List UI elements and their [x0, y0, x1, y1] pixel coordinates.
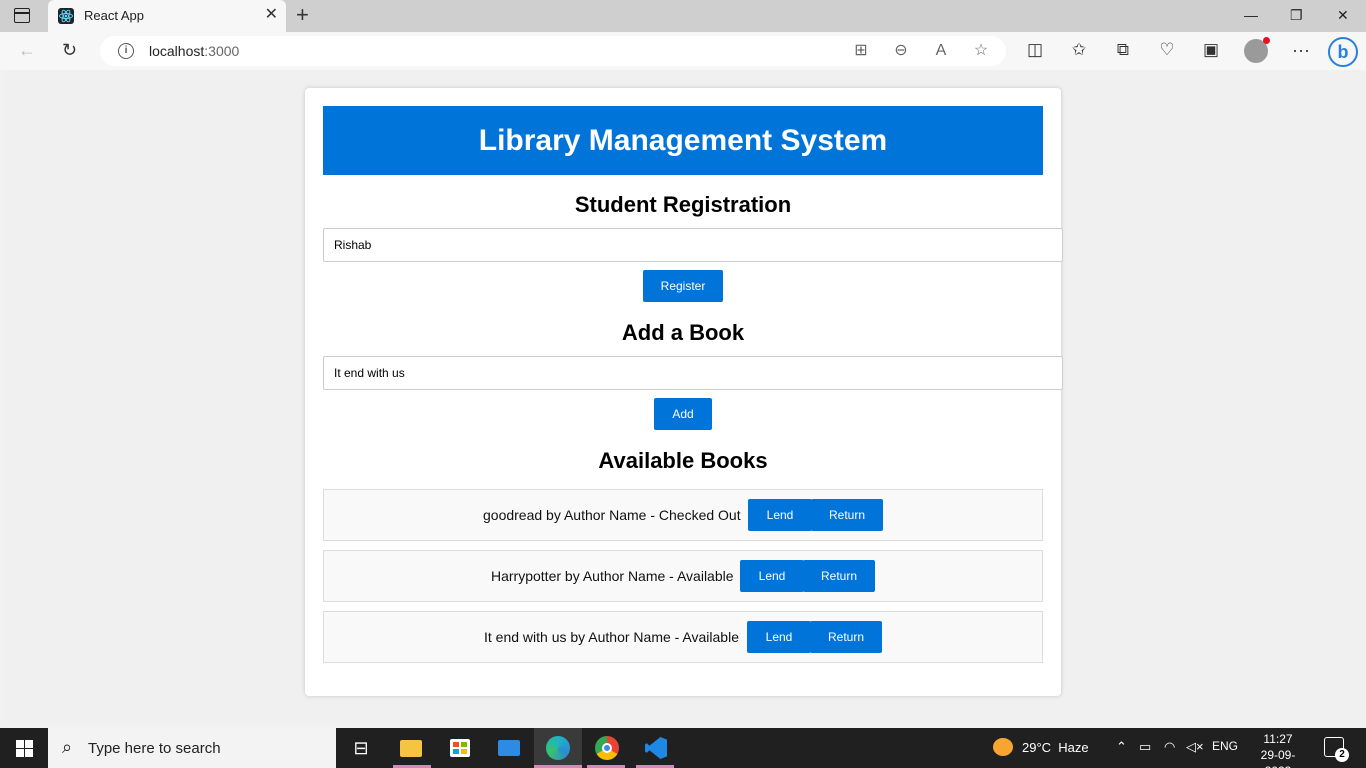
return-button[interactable]: Return [803, 560, 875, 592]
tab-title: React App [84, 8, 144, 23]
sidebar-panel-icon[interactable]: ▣ [1200, 40, 1222, 60]
app-header: Library Management System [323, 106, 1043, 175]
edge-browser-icon[interactable] [544, 734, 572, 762]
restore-icon[interactable]: ❐ [1290, 6, 1303, 24]
chrome-icon[interactable] [593, 734, 621, 762]
notification-center-icon[interactable]: 2 [1324, 737, 1349, 762]
microsoft-store-icon[interactable] [446, 734, 474, 762]
windows-start-icon[interactable] [16, 740, 33, 757]
url-text[interactable]: localhost:3000 [149, 43, 239, 59]
back-icon[interactable]: ← [18, 40, 36, 60]
split-screen-icon[interactable]: ◫ [1024, 40, 1046, 60]
search-icon: ⌕ [62, 737, 73, 757]
book-row: It end with us by Author Name - Availabl… [323, 611, 1043, 663]
lend-button[interactable]: Lend [747, 621, 811, 653]
address-bar[interactable]: i localhost:3000 ⊞ ⊖ A ☆ [100, 36, 1006, 66]
book-row: goodread by Author Name - Checked Out Le… [323, 489, 1043, 541]
system-clock[interactable]: 11:27 29-09-2023 [1248, 731, 1308, 768]
browser-tab[interactable]: React App ✕ [48, 0, 286, 32]
add-book-button[interactable]: Add [654, 398, 712, 430]
clock-time: 11:27 [1263, 732, 1293, 746]
read-aloud-icon[interactable]: A [932, 41, 950, 61]
browser-toolbar: ← ↻ i localhost:3000 ⊞ ⊖ A ☆ ◫ ✩ ⧉ ♡ ▣ ·… [0, 32, 1366, 70]
mail-icon[interactable] [495, 734, 523, 762]
windows-taskbar: ⌕ Type here to search ⊟ 29°C Haze ⌃ ▭ ◠ … [0, 728, 1366, 768]
taskbar-search-box[interactable]: ⌕ Type here to search [48, 728, 336, 768]
language-indicator[interactable]: ENG [1212, 739, 1238, 753]
return-button[interactable]: Return [811, 499, 883, 531]
notification-dot [1263, 37, 1270, 44]
refresh-icon[interactable]: ↻ [62, 40, 77, 60]
available-books-title: Available Books [598, 448, 768, 473]
vscode-icon[interactable] [642, 734, 670, 762]
add-book-title: Add a Book [621, 320, 745, 345]
tab-actions-icon[interactable] [14, 8, 30, 23]
return-button[interactable]: Return [810, 621, 882, 653]
search-placeholder: Type here to search [88, 740, 221, 757]
minimize-icon[interactable]: — [1244, 6, 1258, 24]
book-info: Harrypotter by Author Name - Available [491, 568, 734, 584]
close-tab-icon[interactable]: ✕ [265, 6, 278, 24]
book-row: Harrypotter by Author Name - Available L… [323, 550, 1043, 602]
more-options-icon[interactable]: ··· [1292, 40, 1310, 60]
wifi-icon[interactable]: ◠ [1164, 739, 1175, 755]
profile-avatar-icon[interactable] [1244, 37, 1270, 63]
info-icon[interactable]: i [118, 43, 134, 59]
favorite-star-icon[interactable]: ☆ [972, 41, 990, 61]
lend-button[interactable]: Lend [740, 560, 804, 592]
page-viewport: Library Management System Student Regist… [4, 70, 1362, 724]
browser-tab-strip: React App ✕ + — ❐ ✕ [0, 0, 1366, 32]
weather-icon[interactable] [993, 738, 1013, 756]
collections-icon[interactable]: ⧉ [1112, 40, 1134, 60]
clock-date: 29-09-2023 [1260, 748, 1296, 768]
weather-widget[interactable]: 29°C Haze [1022, 740, 1089, 755]
copilot-icon[interactable]: b [1328, 37, 1358, 67]
app-container: Library Management System Student Regist… [305, 88, 1063, 696]
registration-title: Student Registration [574, 192, 792, 217]
lend-button[interactable]: Lend [748, 499, 812, 531]
close-window-icon[interactable]: ✕ [1337, 6, 1349, 24]
battery-icon[interactable]: ▭ [1139, 739, 1151, 755]
new-tab-plus-icon[interactable]: + [296, 3, 309, 27]
zoom-out-icon[interactable]: ⊖ [892, 41, 910, 61]
register-button[interactable]: Register [643, 270, 723, 302]
favorites-icon[interactable]: ✩ [1068, 40, 1090, 60]
student-name-input[interactable] [323, 228, 1063, 262]
show-hidden-icons-icon[interactable]: ⌃ [1116, 739, 1127, 755]
book-title-input[interactable] [323, 356, 1063, 390]
volume-muted-icon[interactable]: ◁× [1186, 739, 1204, 755]
notification-count-badge: 2 [1335, 748, 1349, 762]
file-explorer-icon[interactable] [397, 734, 425, 762]
book-info: goodread by Author Name - Checked Out [483, 507, 741, 523]
react-favicon-icon [58, 8, 74, 24]
browser-essentials-icon[interactable]: ♡ [1156, 40, 1178, 60]
book-info: It end with us by Author Name - Availabl… [484, 629, 739, 645]
task-view-icon[interactable]: ⊟ [347, 734, 375, 762]
app-available-icon[interactable]: ⊞ [852, 41, 870, 61]
